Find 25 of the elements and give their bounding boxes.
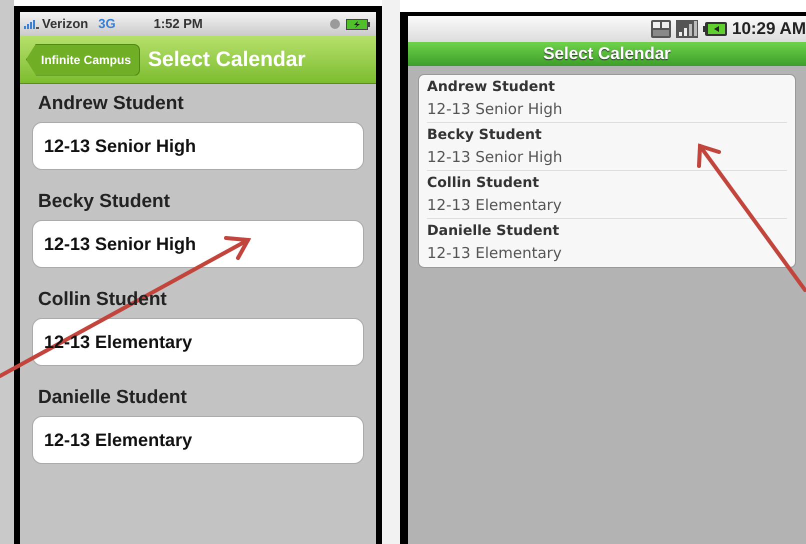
screen-title: Select Calendar	[148, 46, 306, 73]
clock-time: 1:52 PM	[154, 15, 203, 34]
calendar-cell[interactable]: 12-13 Senior High	[32, 220, 364, 268]
student-name: Andrew Student	[38, 92, 184, 116]
mobile-data-icon	[650, 20, 671, 38]
network-type: 3G	[98, 15, 116, 34]
signal-icon	[24, 20, 40, 28]
student-name: Becky Student	[38, 190, 170, 214]
student-name: Danielle Student	[38, 386, 187, 410]
calendar-name: 12-13 Elementary	[427, 243, 563, 264]
student-name[interactable]: Danielle Student	[427, 221, 787, 242]
battery-icon	[702, 22, 727, 36]
calendar-name: 12-13 Elementary	[427, 194, 563, 216]
calendar-cell[interactable]: 12-13 Elementary	[32, 416, 364, 464]
calendar-cell[interactable]: 12-13 Senior High	[32, 122, 364, 170]
calendar-name: 12-13 Senior High	[427, 146, 564, 168]
battery-icon	[346, 18, 370, 30]
calendar-name: 12-13 Senior High	[427, 98, 564, 120]
student-name[interactable]: Becky Student	[427, 124, 787, 146]
student-name[interactable]: Collin Student	[427, 172, 787, 194]
carrier-name: Verizon	[42, 15, 88, 34]
signal-icon	[676, 20, 698, 38]
title-bar: Select Calendar	[408, 42, 806, 66]
student-name[interactable]: Andrew Student	[427, 76, 787, 98]
clock-time: 10:29 AM	[732, 18, 806, 40]
